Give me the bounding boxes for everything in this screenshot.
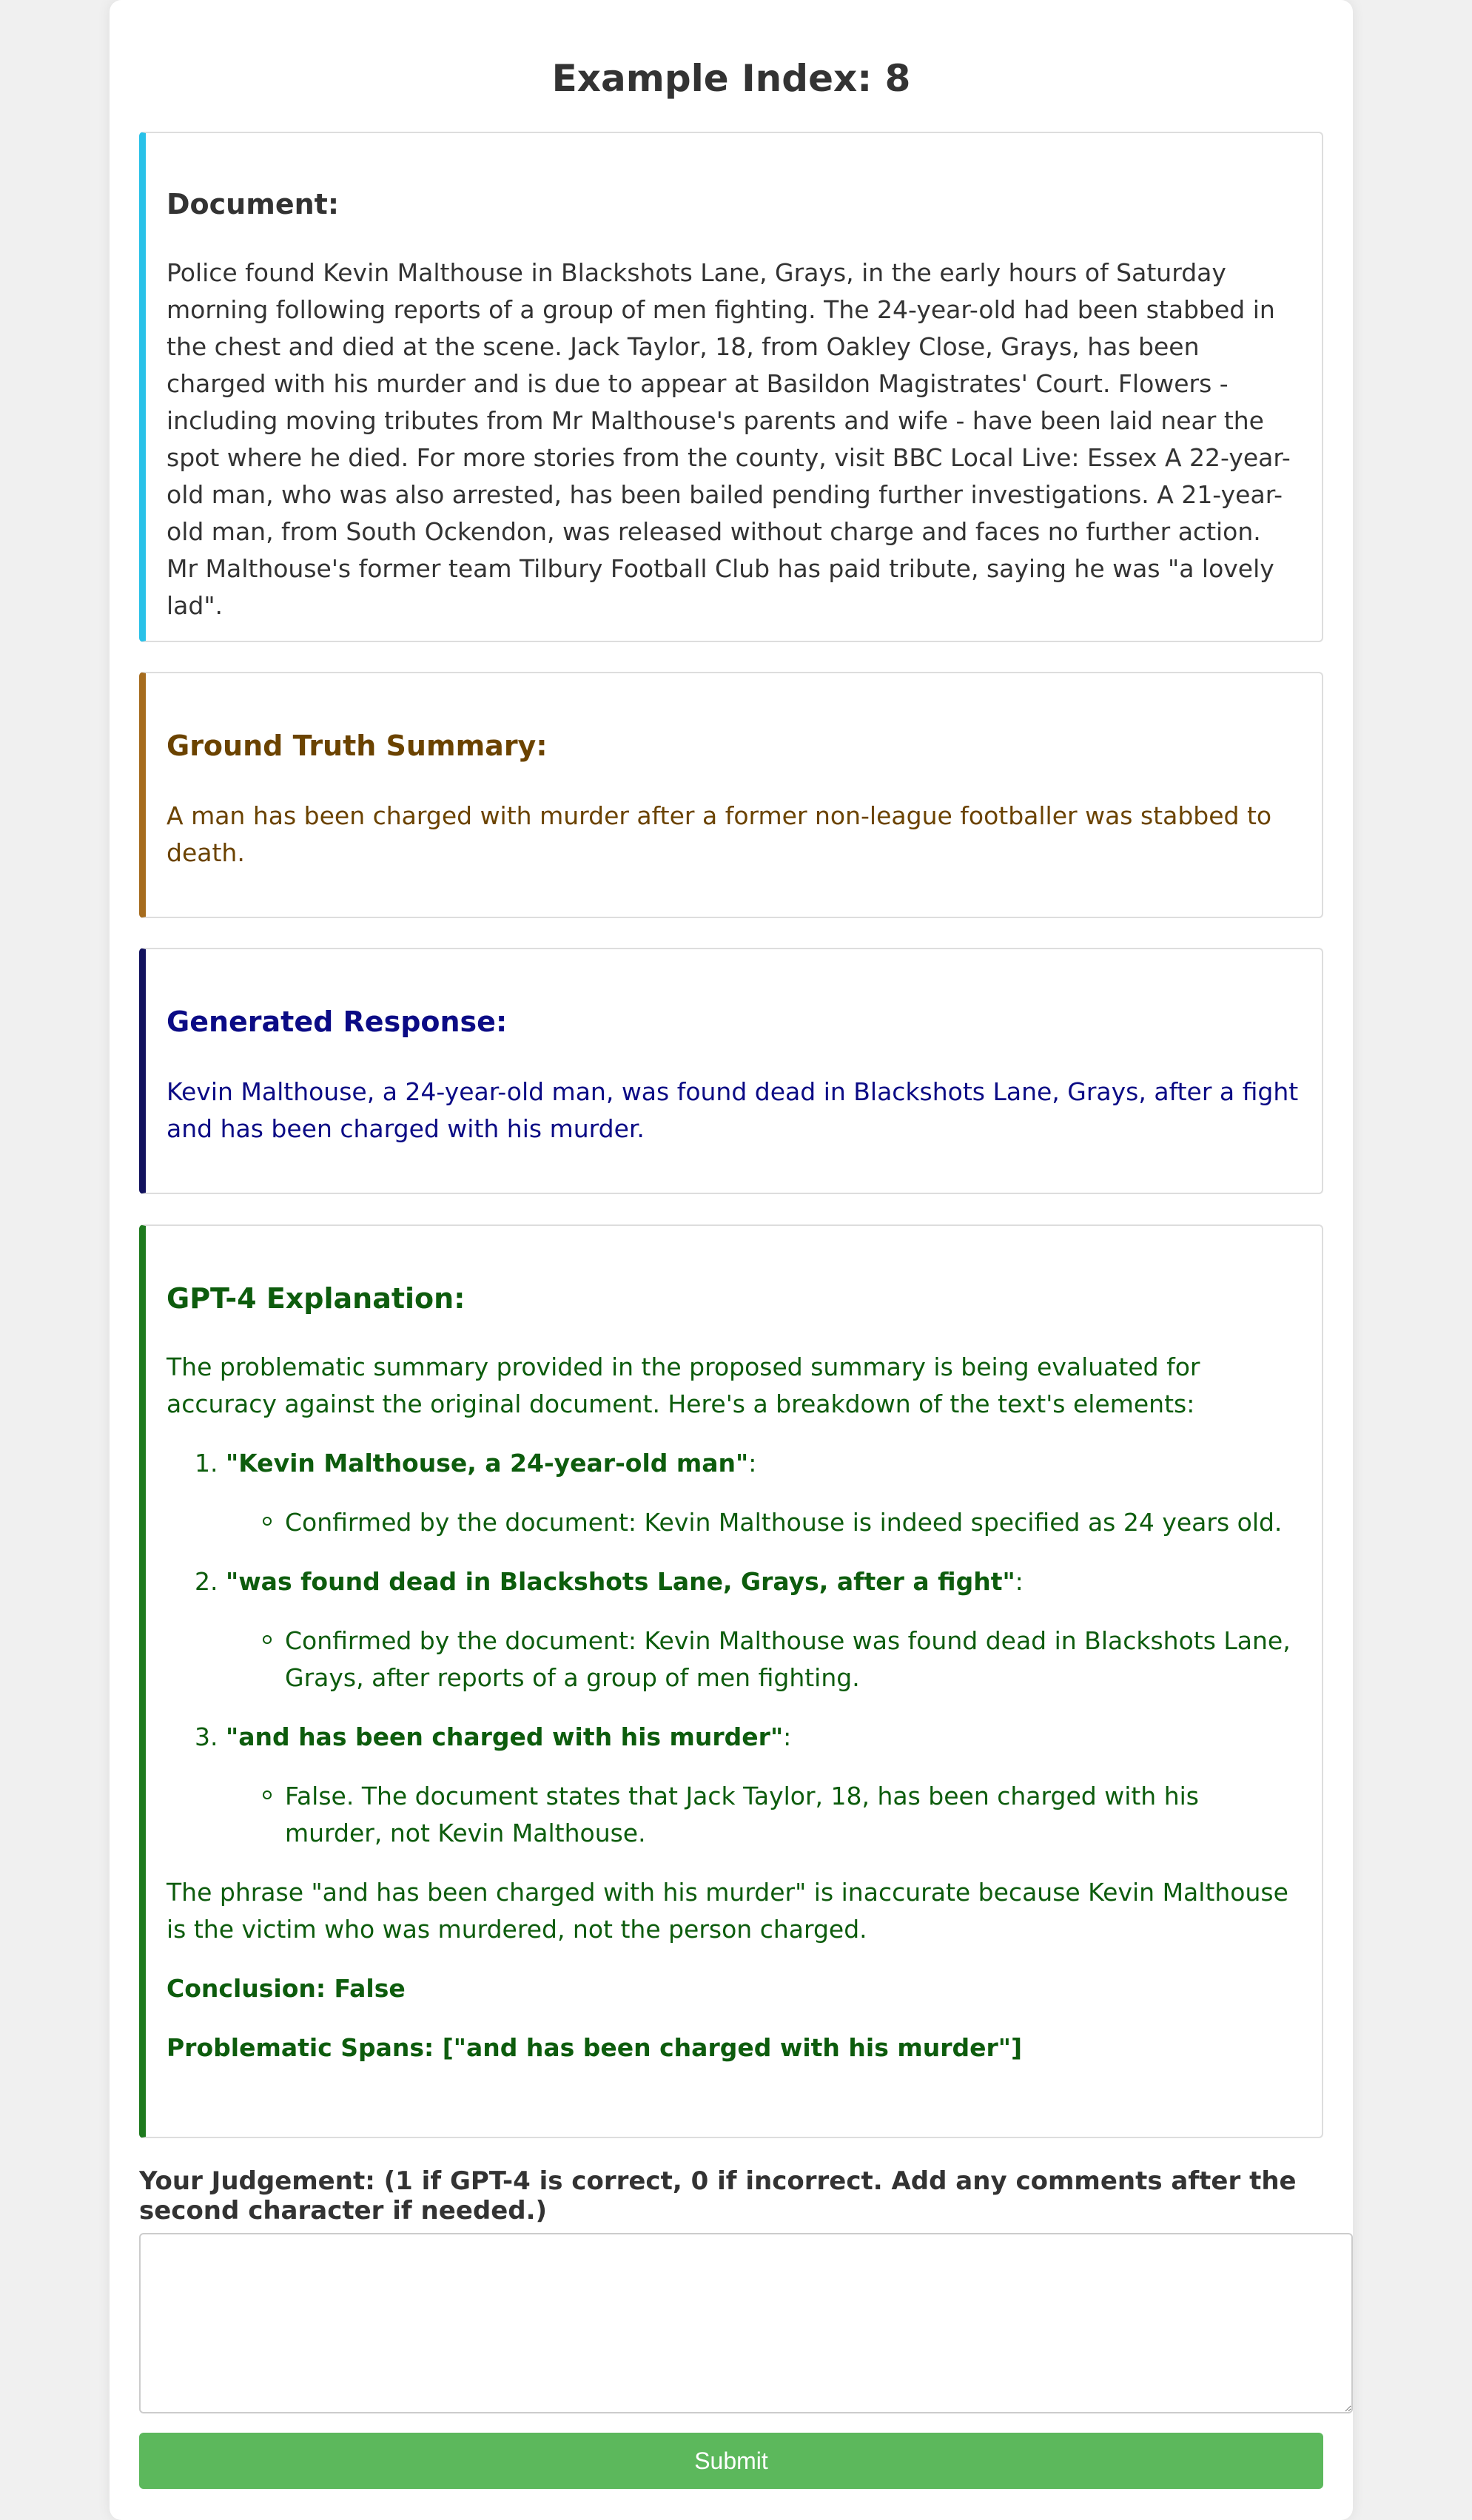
- gpt4-breakdown-list: "Kevin Malthouse, a 24-year-old man": Co…: [167, 1445, 1300, 1852]
- judgement-textarea[interactable]: [139, 2233, 1353, 2413]
- breakdown-colon: :: [748, 1449, 757, 1478]
- gpt4-problematic-spans: Problematic Spans: ["and has been charge…: [167, 2033, 1023, 2062]
- generated-response-card: Generated Response: Kevin Malthouse, a 2…: [139, 948, 1323, 1194]
- gpt4-explanation-heading: GPT-4 Explanation:: [167, 1282, 466, 1315]
- gpt4-conclusion: Conclusion: False: [167, 1974, 406, 2003]
- document-card: Document: Police found Kevin Malthouse i…: [139, 132, 1323, 642]
- breakdown-colon: :: [1015, 1567, 1024, 1596]
- generated-response-heading: Generated Response:: [167, 1005, 508, 1038]
- breakdown-detail-text: Confirmed by the document: Kevin Malthou…: [285, 1508, 1283, 1537]
- judgement-label: Your Judgement: (1 if GPT-4 is correct, …: [139, 2166, 1297, 2226]
- circle-bullet-icon: [263, 1517, 272, 1526]
- ground-truth-text: A man has been charged with murder after…: [167, 801, 1272, 867]
- breakdown-item: "was found dead in Blackshots Lane, Gray…: [226, 1563, 1300, 1697]
- gpt4-closing: The phrase "and has been charged with hi…: [167, 1878, 1288, 1944]
- breakdown-quote: "and has been charged with his murder": [226, 1722, 784, 1751]
- document-heading: Document:: [167, 188, 340, 220]
- breakdown-detail-text: False. The document states that Jack Tay…: [285, 1782, 1199, 1847]
- circle-bullet-icon: [263, 1635, 272, 1644]
- page-container: Example Index: 8 Document: Police found …: [110, 0, 1353, 2520]
- breakdown-detail-text: Confirmed by the document: Kevin Malthou…: [285, 1626, 1291, 1692]
- breakdown-quote: "Kevin Malthouse, a 24-year-old man": [226, 1449, 749, 1478]
- gpt4-intro: The problematic summary provided in the …: [167, 1352, 1200, 1418]
- breakdown-colon: :: [783, 1722, 792, 1751]
- breakdown-detail: Confirmed by the document: Kevin Malthou…: [263, 1623, 1300, 1697]
- breakdown-detail: False. The document states that Jack Tay…: [263, 1778, 1300, 1852]
- ground-truth-card: Ground Truth Summary: A man has been cha…: [139, 672, 1323, 918]
- generated-response-text: Kevin Malthouse, a 24-year-old man, was …: [167, 1077, 1299, 1143]
- page-title: Example Index: 8: [551, 57, 911, 100]
- breakdown-detail: Confirmed by the document: Kevin Malthou…: [263, 1504, 1300, 1541]
- ground-truth-heading: Ground Truth Summary:: [167, 730, 548, 762]
- submit-button[interactable]: Submit: [139, 2433, 1323, 2489]
- breakdown-quote: "was found dead in Blackshots Lane, Gray…: [226, 1567, 1015, 1596]
- breakdown-item: "Kevin Malthouse, a 24-year-old man": Co…: [226, 1445, 1300, 1541]
- circle-bullet-icon: [263, 1790, 272, 1799]
- document-text: Police found Kevin Malthouse in Blacksho…: [167, 258, 1291, 620]
- breakdown-item: "and has been charged with his murder": …: [226, 1719, 1300, 1852]
- gpt4-explanation-card: GPT-4 Explanation: The problematic summa…: [139, 1224, 1323, 2138]
